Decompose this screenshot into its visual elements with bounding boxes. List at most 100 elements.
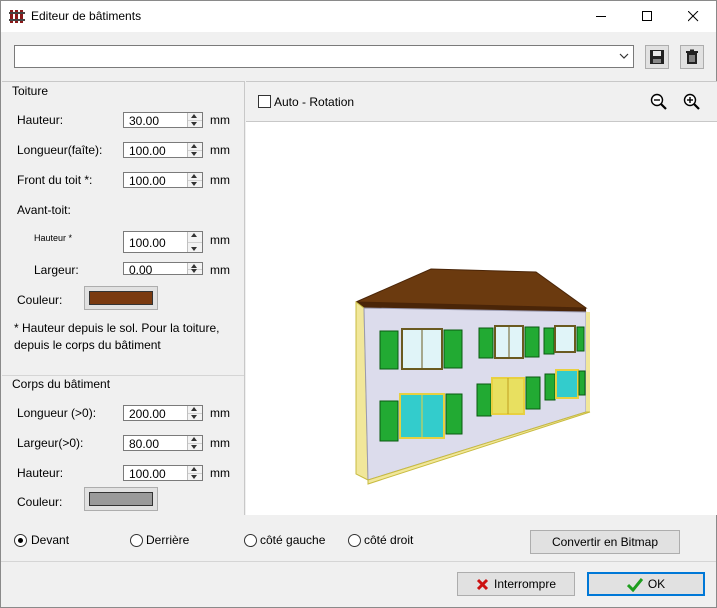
body-width-value: 80.00	[129, 437, 160, 451]
ok-button[interactable]: OK	[587, 572, 705, 596]
roof-front-label: Front du toit *:	[17, 173, 93, 187]
floppy-disk-icon	[650, 50, 664, 64]
trash-icon	[686, 49, 698, 64]
body-color-swatch	[89, 492, 153, 506]
footer-divider	[1, 561, 716, 562]
spin-arrows[interactable]	[187, 436, 202, 450]
building-corner	[586, 312, 590, 412]
spin-arrows[interactable]	[187, 173, 202, 187]
body-width-unit: mm	[210, 436, 230, 450]
body-group-title: Corps du bâtiment	[12, 377, 111, 391]
maximize-icon	[642, 11, 652, 21]
view-right-radio[interactable]	[348, 534, 361, 547]
roof-height-value: 30.00	[129, 114, 160, 128]
roof-height-spinner[interactable]: 30.00	[123, 112, 203, 128]
spin-arrows[interactable]	[187, 466, 202, 480]
spin-arrows[interactable]	[187, 406, 202, 420]
roof-length-label: Longueur(faîte):	[17, 143, 103, 157]
roof-height-unit: mm	[210, 113, 230, 127]
roof-shape	[355, 268, 588, 309]
roof-color-button[interactable]	[84, 286, 158, 310]
view-right-label[interactable]: côté droit	[364, 533, 413, 547]
window	[379, 393, 463, 442]
minimize-button[interactable]	[578, 1, 624, 32]
chevron-down-icon	[619, 53, 629, 59]
body-width-spinner[interactable]: 80.00	[123, 435, 203, 451]
body-height-unit: mm	[210, 466, 230, 480]
properties-panel: Toiture Hauteur: 30.00 mm Longueur(faîte…	[2, 81, 245, 515]
building-editor-window: Editeur de bâtiments Toiture Hauteur: 30…	[0, 0, 717, 608]
body-color-button[interactable]	[84, 487, 158, 511]
body-length-label: Longueur (>0):	[17, 406, 97, 420]
eave-height-unit: mm	[210, 233, 230, 247]
roof-length-value: 100.00	[129, 144, 166, 158]
body-height-label: Hauteur:	[17, 466, 64, 480]
zoom-in-icon[interactable]	[682, 92, 702, 112]
building-select[interactable]	[14, 45, 634, 68]
radio-dot	[18, 538, 23, 543]
3d-preview-viewport[interactable]	[246, 121, 717, 515]
view-left-radio[interactable]	[244, 534, 257, 547]
eave-width-spinner[interactable]: 0.00	[123, 262, 203, 275]
save-button[interactable]	[645, 45, 669, 69]
body-height-value: 100.00	[129, 467, 166, 481]
body-width-label: Largeur(>0):	[17, 436, 84, 450]
zoom-out-icon[interactable]	[649, 92, 669, 112]
window	[379, 328, 463, 370]
delete-button[interactable]	[680, 45, 704, 69]
eave-height-value: 100.00	[129, 236, 166, 250]
body-color-label: Couleur:	[17, 495, 63, 509]
eave-width-value: 0.00	[129, 263, 153, 275]
red-x-icon	[476, 579, 489, 591]
close-button[interactable]	[670, 1, 716, 32]
roof-group: Toiture Hauteur: 30.00 mm Longueur(faîte…	[2, 82, 244, 372]
eave-label: Avant-toit:	[17, 203, 71, 217]
height-note: * Hauteur depuis le sol. Pour la toiture…	[14, 321, 220, 352]
body-length-spinner[interactable]: 200.00	[123, 405, 203, 421]
view-toolbar: Auto - Rotation	[246, 81, 717, 121]
cancel-button-label: Interrompre	[493, 577, 557, 591]
window	[478, 325, 540, 359]
auto-rotation-checkbox[interactable]	[258, 95, 271, 108]
cancel-button[interactable]: Interrompre	[457, 572, 575, 596]
spin-arrows[interactable]	[187, 263, 202, 274]
eave-width-label: Largeur:	[34, 263, 79, 277]
window-title: Editeur de bâtiments	[31, 9, 142, 23]
roof-front-value: 100.00	[129, 174, 166, 188]
view-back-label[interactable]: Derrière	[146, 533, 189, 547]
maximize-button[interactable]	[624, 1, 670, 32]
spin-arrows[interactable]	[187, 232, 202, 252]
view-back-radio[interactable]	[130, 534, 143, 547]
roof-length-spinner[interactable]: 100.00	[123, 142, 203, 158]
eave-width-unit: mm	[210, 263, 230, 277]
view-front-radio[interactable]	[14, 534, 27, 547]
building-3d-render	[355, 268, 591, 485]
view-front-label[interactable]: Devant	[31, 533, 69, 547]
ok-button-label: OK	[647, 577, 666, 591]
app-icon	[9, 10, 25, 23]
body-length-value: 200.00	[129, 407, 166, 421]
auto-rotation-label[interactable]: Auto - Rotation	[274, 95, 354, 109]
close-icon	[688, 11, 699, 22]
body-height-spinner[interactable]: 100.00	[123, 465, 203, 481]
title-bar: Editeur de bâtiments	[1, 1, 716, 32]
roof-length-unit: mm	[210, 143, 230, 157]
window	[544, 369, 586, 401]
window	[543, 325, 585, 355]
spin-arrows[interactable]	[187, 143, 202, 157]
green-check-icon	[626, 577, 643, 592]
convert-bitmap-button[interactable]: Convertir en Bitmap	[530, 530, 680, 554]
body-group: Corps du bâtiment Longueur (>0): 200.00 …	[2, 375, 244, 515]
minimize-icon	[596, 16, 606, 17]
roof-height-label: Hauteur:	[17, 113, 64, 127]
roof-color-label: Couleur:	[17, 293, 63, 307]
roof-color-swatch	[89, 291, 153, 305]
eave-height-spinner[interactable]: 100.00	[123, 231, 203, 253]
roof-front-spinner[interactable]: 100.00	[123, 172, 203, 188]
roof-group-title: Toiture	[12, 84, 49, 98]
spin-arrows[interactable]	[187, 113, 202, 127]
roof-front-unit: mm	[210, 173, 230, 187]
view-left-label[interactable]: côté gauche	[260, 533, 325, 547]
body-length-unit: mm	[210, 406, 230, 420]
eave-height-label: Hauteur *	[34, 233, 73, 243]
